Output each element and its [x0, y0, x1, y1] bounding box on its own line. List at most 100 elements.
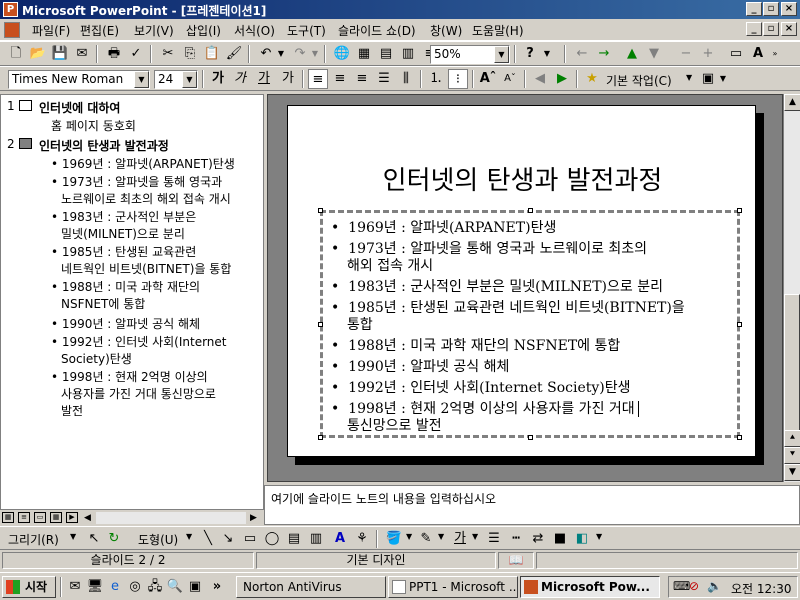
resize-handle[interactable] — [737, 208, 742, 213]
slide-design-icon[interactable]: ▣ — [698, 69, 718, 89]
shadow-style-icon[interactable]: ■ — [550, 529, 570, 549]
chevron-down-icon[interactable]: ▼ — [438, 532, 444, 541]
resize-handle[interactable] — [318, 322, 323, 327]
start-button[interactable]: 시작 — [2, 576, 56, 598]
document-icon[interactable] — [4, 22, 20, 38]
menu-tools[interactable]: 도구(T) — [287, 22, 326, 39]
outline-bullet[interactable]: • 1973년 : 알파넷을 통해 영국과 노르웨이로 최초의 해외 접속 개시 — [51, 174, 231, 208]
outline-slide-title[interactable]: 인터넷의 탄생과 발전과정 — [39, 137, 169, 154]
tray-volume-icon[interactable]: 🔈 — [707, 579, 722, 593]
outline-subtitle[interactable]: 홈 페이지 동호회 — [51, 117, 136, 134]
promote-arrow-icon[interactable]: ◀ — [530, 69, 550, 89]
maximize-button[interactable]: ▫ — [763, 2, 779, 16]
wordart-icon[interactable]: A — [330, 529, 350, 549]
bold-icon[interactable]: 가 — [208, 69, 228, 89]
oval-icon[interactable]: ◯ — [262, 529, 282, 549]
undo-icon[interactable]: ↶ — [256, 44, 276, 64]
animation-star-icon[interactable]: ★ — [582, 69, 602, 89]
minimize-button[interactable]: _ — [746, 2, 762, 16]
outline-bullet[interactable]: • 1969년 : 알파넷(ARPANET)탄생 — [51, 155, 235, 172]
align-left-icon[interactable]: ≡ — [308, 69, 328, 89]
textbox-icon[interactable]: ▤ — [284, 529, 304, 549]
drawing-more-icon[interactable]: ▼ — [596, 532, 602, 541]
resize-handle[interactable] — [318, 435, 323, 440]
vertical-text-icon[interactable]: ⫼ — [396, 69, 416, 89]
menu-edit[interactable]: 편집(E) — [80, 22, 119, 39]
select-pointer-icon[interactable]: ↖ — [84, 529, 104, 549]
quicklaunch-desktop-icon[interactable]: 🖥 — [86, 578, 104, 596]
notes-placeholder[interactable]: 여기에 슬라이드 노트의 내용을 입력하십시오 — [271, 490, 496, 507]
undo-dropdown-icon[interactable]: ▼ — [276, 44, 286, 64]
doc-minimize-button[interactable]: _ — [746, 22, 762, 36]
increase-font-icon[interactable]: Aˆ — [478, 69, 498, 89]
insert-table-icon[interactable]: ▤ — [376, 44, 396, 64]
new-icon[interactable]: 🗋 — [6, 44, 26, 64]
line-icon[interactable]: ╲ — [198, 529, 218, 549]
zoom-select[interactable]: 50% ▼ — [430, 45, 510, 64]
scroll-thumb[interactable] — [784, 294, 800, 444]
chevron-down-icon[interactable]: ▼ — [472, 532, 478, 541]
slide-pane[interactable]: 인터넷의 탄생과 발전과정 • 1969년 : 알파넷(ARPANET)탄생 •… — [267, 94, 783, 482]
dash-style-icon[interactable]: ┅ — [506, 529, 526, 549]
menu-window[interactable]: 창(W) — [430, 22, 462, 39]
outline-view-icon[interactable]: ≡ — [18, 512, 30, 523]
shadow-icon[interactable]: 가 — [278, 69, 298, 89]
demote-arrow-icon[interactable]: ▶ — [552, 69, 572, 89]
scroll-down-icon[interactable]: ▼ — [784, 464, 800, 481]
outline-bullet[interactable]: • 1983년 : 군사적인 부분은 밀넷(MILNET)으로 분리 — [51, 209, 196, 243]
taskbar-norton[interactable]: Norton AntiVirus — [236, 576, 386, 598]
chevron-down-icon[interactable]: ▼ — [686, 73, 692, 82]
promote-icon[interactable]: ← — [572, 44, 592, 64]
resize-handle[interactable] — [528, 435, 533, 440]
email-icon[interactable]: ✉ — [72, 44, 92, 64]
clock[interactable]: 오전 12:30 — [731, 580, 791, 597]
close-button[interactable]: × — [781, 2, 797, 16]
3d-style-icon[interactable]: ◧ — [572, 529, 592, 549]
spelling-icon[interactable]: ✓ — [126, 44, 146, 64]
chevron-down-icon[interactable]: ▼ — [406, 532, 412, 541]
numbering-icon[interactable]: ⒈ — [426, 69, 446, 89]
tables-borders-icon[interactable]: ▦ — [354, 44, 374, 64]
outline-bullet[interactable]: • 1992년 : 인터넷 사회(Internet Society)탄생 — [51, 334, 227, 368]
resize-handle[interactable] — [318, 208, 323, 213]
demote-icon[interactable]: → — [594, 44, 614, 64]
show-formatting-icon[interactable]: A — [748, 44, 768, 64]
italic-icon[interactable]: 가 — [230, 69, 250, 89]
scroll-up-icon[interactable]: ⯅ — [784, 430, 800, 447]
vertical-scrollbar[interactable]: ▲ ⯅ ⯆ ▼ — [783, 94, 800, 482]
resize-handle[interactable] — [737, 322, 742, 327]
taskbar-powerpoint[interactable]: Microsoft Pow... — [520, 576, 660, 598]
chevron-down-icon[interactable]: ▼ — [186, 532, 192, 541]
scroll-right-icon[interactable]: ▶ — [250, 513, 257, 523]
copy-icon[interactable]: ⎘ — [180, 44, 200, 64]
format-painter-icon[interactable]: 🖌 — [224, 44, 244, 64]
bullets-icon[interactable]: ⁝ — [448, 69, 468, 89]
slide-icon[interactable] — [19, 100, 32, 111]
slide-title[interactable]: 인터넷의 탄생과 발전과정 — [288, 160, 757, 197]
free-rotate-icon[interactable]: ↻ — [104, 529, 124, 549]
align-center-icon[interactable]: ≡ — [330, 69, 350, 89]
outline-bullet[interactable]: • 1985년 : 탄생된 교육관련 네트웍인 비트넷(BITNET)을 통합 — [51, 244, 231, 278]
outline-bullet[interactable]: • 1988년 : 미국 과학 재단의 NSFNET에 통합 — [51, 279, 200, 313]
clipart-icon[interactable]: ⚘ — [352, 529, 372, 549]
outline-pane[interactable]: 1 인터넷에 대하여 홈 페이지 동호회 2 인터넷의 탄생과 발전과정 • 1… — [0, 94, 264, 510]
menu-view[interactable]: 보기(V) — [134, 22, 174, 39]
collapse-icon[interactable]: − — [676, 44, 696, 64]
line-style-icon[interactable]: ☰ — [484, 529, 504, 549]
summary-slide-icon[interactable]: ▭ — [726, 44, 746, 64]
redo-dropdown-icon[interactable]: ▼ — [310, 44, 320, 64]
slide-canvas[interactable]: 인터넷의 탄생과 발전과정 • 1969년 : 알파넷(ARPANET)탄생 •… — [287, 105, 756, 457]
font-size-select[interactable]: 24 ▼ — [154, 70, 198, 89]
quicklaunch-more-icon[interactable]: » — [208, 578, 226, 596]
autoshapes-menu[interactable]: 도형(U) — [138, 531, 178, 548]
rectangle-icon[interactable]: ▭ — [240, 529, 260, 549]
open-icon[interactable]: 📂 — [28, 44, 48, 64]
menu-format[interactable]: 서식(O) — [234, 22, 275, 39]
slide-body-textbox[interactable]: • 1969년 : 알파넷(ARPANET)탄생 • 1973년 : 알파넷을 … — [318, 208, 742, 440]
toolbar-more-icon[interactable]: » — [770, 44, 780, 64]
font-select[interactable]: Times New Roman ▼ — [8, 70, 150, 89]
insert-chart-icon[interactable]: ▥ — [398, 44, 418, 64]
help-icon[interactable]: ? — [520, 44, 540, 64]
formatting-more-icon[interactable]: ▼ — [718, 69, 728, 89]
decrease-font-icon[interactable]: Aˇ — [500, 69, 520, 89]
